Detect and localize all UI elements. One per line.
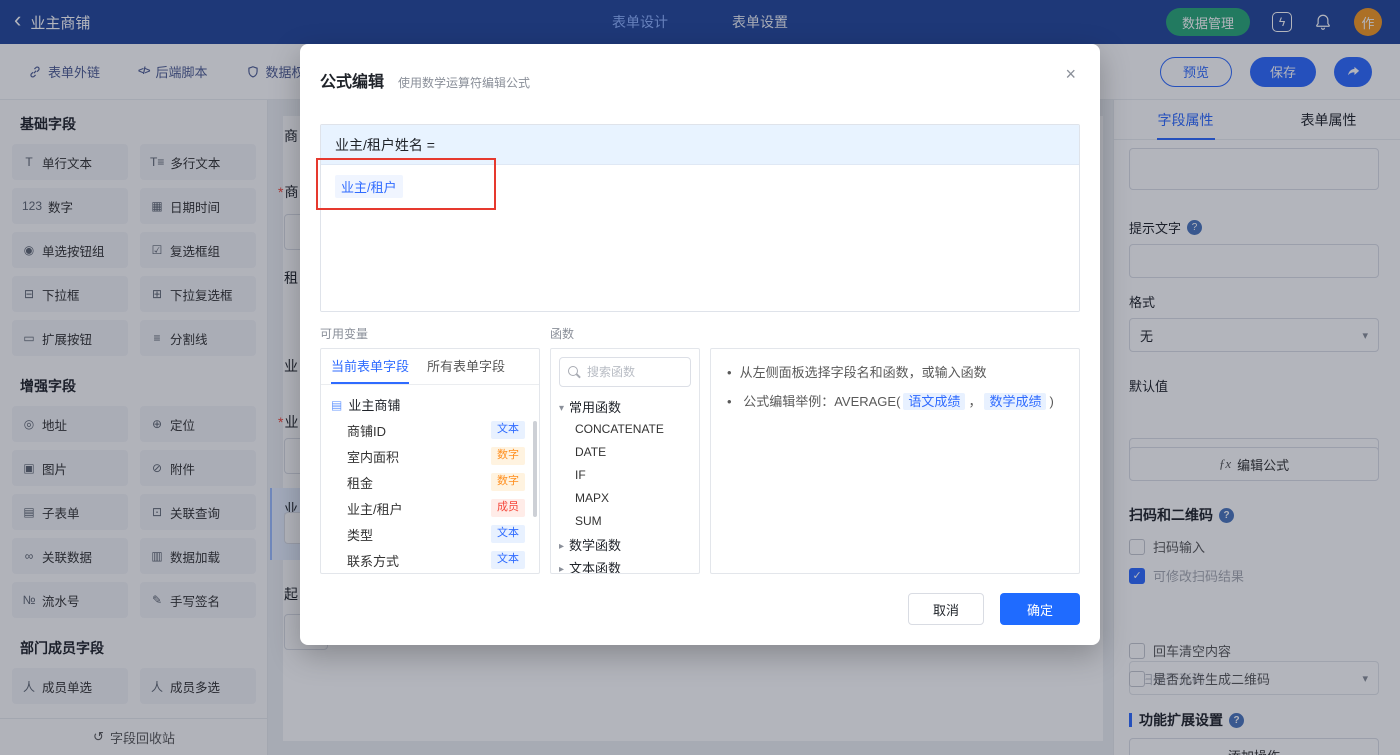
dialog-footer: 取消 确定 xyxy=(908,593,1080,625)
formula-target: 业主/租户姓名 = xyxy=(321,125,1079,165)
type-badge: 成员 xyxy=(491,499,525,517)
functions-panel: 常用函数 CONCATENATE DATE IF MAPX SUM 数学函数 文… xyxy=(550,348,700,574)
type-badge: 文本 xyxy=(491,421,525,439)
variables-label: 可用变量 xyxy=(320,327,369,341)
tab-all-form-fields[interactable]: 所有表单字段 xyxy=(427,349,505,384)
dialog-subtitle: 使用数学运算符编辑公式 xyxy=(398,76,531,90)
example-comma: ， xyxy=(968,393,982,409)
function-group-math[interactable]: 数学函数 xyxy=(551,533,699,556)
type-badge: 数字 xyxy=(491,473,525,491)
field-token[interactable]: 业主/租户 xyxy=(335,175,403,198)
chevron-right-icon xyxy=(559,537,564,552)
function-group-common[interactable]: 常用函数 xyxy=(551,395,699,418)
formula-editor: 业主/租户姓名 = 业主/租户 xyxy=(320,124,1080,312)
close-icon[interactable]: × xyxy=(1065,64,1076,85)
example-field-chip: 数学成绩 xyxy=(984,392,1047,410)
variable-name: 租金 xyxy=(347,475,374,491)
functions-label: 函数 xyxy=(550,327,575,341)
function-item[interactable]: IF xyxy=(551,464,699,487)
function-group-text[interactable]: 文本函数 xyxy=(551,556,699,574)
variable-name: 业主/租户 xyxy=(347,501,403,517)
tab-current-form-fields[interactable]: 当前表单字段 xyxy=(331,349,410,384)
chevron-right-icon xyxy=(559,560,564,573)
function-search-box[interactable] xyxy=(559,357,691,387)
variable-item[interactable]: 租金 数字 xyxy=(321,469,539,495)
example-field-chip: 语文成绩 xyxy=(903,392,966,410)
variable-name: 联系方式 xyxy=(347,553,400,569)
variables-tree: 业主商铺 商铺ID文本 室内面积数字 租金数字 业主/租户成员 类型文本 联系方… xyxy=(321,385,539,573)
tree-root-label: 业主商铺 xyxy=(348,397,401,413)
variable-name: 类型 xyxy=(347,527,374,543)
function-item[interactable]: DATE xyxy=(551,441,699,464)
cancel-button[interactable]: 取消 xyxy=(908,593,984,625)
help-panel: 从左侧面板选择字段名和函数，或输入函数 公式编辑举例：AVERAGE(语文成绩，… xyxy=(710,348,1080,574)
dialog-header: 公式编辑 使用数学运算符编辑公式 xyxy=(320,68,530,92)
scrollbar[interactable] xyxy=(533,421,537,517)
variables-panel: 当前表单字段 所有表单字段 业主商铺 商铺ID文本 室内面积数字 租金数字 业主… xyxy=(320,348,540,574)
variable-name: 商铺ID xyxy=(347,423,387,439)
help-tip-example: 公式编辑举例：AVERAGE(语文成绩，数学成绩) xyxy=(727,392,1063,413)
function-search-input[interactable] xyxy=(587,365,687,379)
variable-item[interactable]: 业主/租户 成员 xyxy=(321,495,539,521)
function-item[interactable]: SUM xyxy=(551,510,699,533)
function-item[interactable]: CONCATENATE xyxy=(551,418,699,441)
document-icon xyxy=(331,397,342,412)
tree-root-form[interactable]: 业主商铺 xyxy=(321,391,539,417)
type-badge: 文本 xyxy=(491,525,525,543)
group-label: 常用函数 xyxy=(569,400,622,415)
help-tip: 从左侧面板选择字段名和函数，或输入函数 xyxy=(727,363,1063,384)
dialog-title: 公式编辑 xyxy=(320,74,385,91)
variable-item[interactable]: 类型 文本 xyxy=(321,521,539,547)
example-suffix: ) xyxy=(1049,393,1054,409)
confirm-button[interactable]: 确定 xyxy=(1000,593,1080,625)
variable-item[interactable]: 联系方式 文本 xyxy=(321,547,539,573)
variable-item[interactable]: 商铺ID 文本 xyxy=(321,417,539,443)
function-item[interactable]: MAPX xyxy=(551,487,699,510)
search-icon xyxy=(568,365,581,379)
group-label: 文本函数 xyxy=(569,561,622,574)
variable-name: 室内面积 xyxy=(347,449,400,465)
formula-edit-dialog: 公式编辑 使用数学运算符编辑公式 × 业主/租户姓名 = 业主/租户 可用变量 … xyxy=(300,44,1100,645)
help-tip-text: 从左侧面板选择字段名和函数，或输入函数 xyxy=(739,365,987,380)
example-prefix: 公式编辑举例：AVERAGE( xyxy=(743,393,901,409)
type-badge: 文本 xyxy=(491,551,525,569)
variable-item[interactable]: 室内面积 数字 xyxy=(321,443,539,469)
group-label: 数学函数 xyxy=(569,538,622,553)
type-badge: 数字 xyxy=(491,447,525,465)
variables-tabs: 当前表单字段 所有表单字段 xyxy=(321,349,539,385)
formula-input-area[interactable]: 业主/租户 xyxy=(321,165,1079,311)
chevron-down-icon xyxy=(559,399,564,414)
